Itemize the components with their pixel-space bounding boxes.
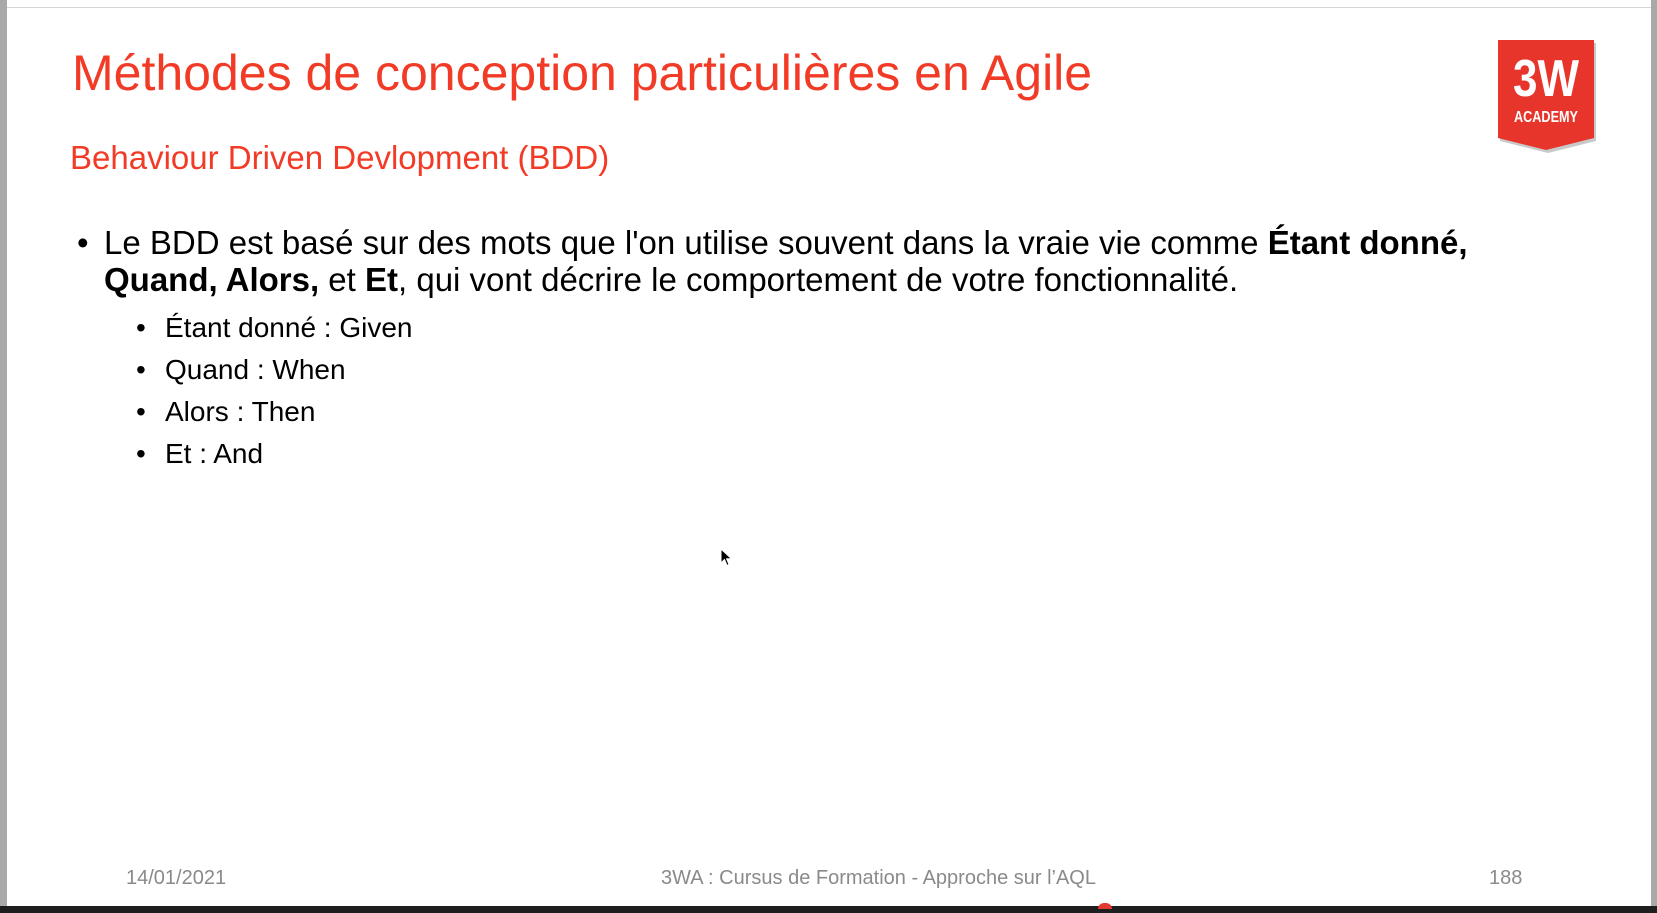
sub-bullet-text: Étant donné : Given — [165, 312, 413, 343]
slide-subtitle: Behaviour Driven Devlopment (BDD) — [70, 139, 610, 176]
main-bullet-keyword-et: Et — [365, 261, 398, 298]
main-bullet-text-3: , qui vont décrire le comportement de vo… — [398, 261, 1239, 298]
window-top-edge — [0, 0, 1657, 8]
slide-content: • Le BDD est basé sur des mots que l'on … — [71, 224, 1551, 475]
footer-date: 14/01/2021 — [126, 867, 227, 889]
record-indicator-icon — [1098, 903, 1112, 909]
slide-title: Méthodes de conception particulières en … — [72, 45, 1093, 101]
logo-text-3w: 3W — [1513, 50, 1580, 108]
main-bullet: • Le BDD est basé sur des mots que l'on … — [71, 224, 1551, 298]
footer-page-number: 188 — [1489, 867, 1523, 889]
sub-bullet-item: • Quand : When — [136, 349, 1551, 391]
main-bullet-text-2: et — [319, 261, 365, 298]
footer-course-title: 3WA : Cursus de Formation - Approche sur… — [661, 867, 1096, 889]
main-bullet-text-1: Le BDD est basé sur des mots que l'on ut… — [104, 224, 1268, 261]
sub-bullet-item: • Et : And — [136, 433, 1551, 475]
presentation-window: Méthodes de conception particulières en … — [0, 0, 1657, 913]
sub-bullet-text: Quand : When — [165, 354, 346, 385]
bullet-mark: • — [77, 224, 89, 261]
slide: Méthodes de conception particulières en … — [7, 8, 1651, 906]
sub-bullet-text: Et : And — [165, 438, 264, 469]
3w-academy-logo: 3W ACADEMY — [1498, 40, 1596, 153]
sub-bullet-item: • Étant donné : Given — [136, 307, 1551, 349]
sub-bullet-mark: • — [136, 396, 146, 427]
sub-bullet-list: • Étant donné : Given • Quand : When • A… — [71, 307, 1551, 475]
logo-text-academy: ACADEMY — [1514, 109, 1578, 126]
sub-bullet-mark: • — [136, 438, 146, 469]
sub-bullet-mark: • — [136, 312, 146, 343]
left-border — [0, 0, 7, 913]
right-border — [1651, 0, 1657, 913]
sub-bullet-item: • Alors : Then — [136, 391, 1551, 433]
mouse-pointer-icon — [720, 548, 733, 567]
taskbar-strip — [0, 903, 1657, 913]
sub-bullet-mark: • — [136, 354, 146, 385]
sub-bullet-text: Alors : Then — [165, 396, 316, 427]
